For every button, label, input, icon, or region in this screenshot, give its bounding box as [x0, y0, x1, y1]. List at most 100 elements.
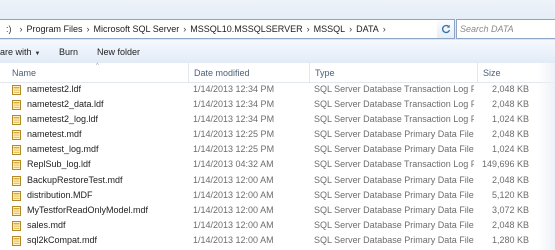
file-row[interactable]: distribution.MDF 1/14/2013 12:00 AM SQL … — [0, 188, 555, 203]
file-date-modified: 1/14/2013 12:34 PM — [193, 84, 275, 94]
file-size: 2,048 KB — [491, 129, 529, 140]
file-name: distribution.MDF — [27, 189, 93, 200]
file-date-modified: 1/14/2013 12:34 PM — [193, 99, 275, 110]
file-row[interactable]: sql2kCompat.mdf 1/14/2013 12:00 AM SQL S… — [0, 233, 555, 248]
file-type: SQL Server Database Transaction Log File — [314, 159, 474, 170]
file-list: nametest2.ldf 1/14/2013 12:34 PM SQL Ser… — [0, 82, 555, 248]
file-type: SQL Server Database Primary Data File — [314, 144, 474, 155]
new-folder-button[interactable]: New folder — [97, 47, 140, 57]
breadcrumb-separator[interactable]: › — [87, 24, 90, 34]
file-size: 1,024 KB — [491, 114, 529, 125]
file-type: SQL Server Database Primary Data File — [314, 129, 474, 140]
file-type: SQL Server Database Primary Data File — [314, 174, 474, 185]
file-name: MyTestforReadOnlyModel.mdf — [27, 204, 149, 215]
file-row[interactable]: nametest_log.mdf 1/14/2013 12:25 PM SQL … — [0, 142, 555, 157]
file-date-modified: 1/14/2013 12:00 AM — [193, 174, 274, 185]
file-row[interactable]: nametest.mdf 1/14/2013 12:25 PM SQL Serv… — [0, 127, 555, 142]
file-name: sql2kCompat.mdf — [27, 234, 98, 245]
file-date-modified: 1/14/2013 12:34 PM — [193, 114, 275, 125]
file-date-modified: 1/14/2013 12:25 PM — [193, 129, 275, 140]
file-size: 2,048 KB — [491, 84, 529, 94]
breadcrumb-item-mssql[interactable]: MSSQL — [314, 24, 346, 34]
file-name: nametest2.ldf — [27, 84, 82, 94]
breadcrumb-item-microsoft-sql-server[interactable]: Microsoft SQL Server — [94, 24, 180, 34]
file-size: 1,024 KB — [491, 144, 529, 155]
sql-database-file-icon — [12, 115, 21, 126]
breadcrumb-separator[interactable]: › — [383, 24, 386, 34]
file-type: SQL Server Database Primary Data File — [314, 189, 474, 200]
file-size: 2,048 KB — [491, 219, 529, 230]
file-size: 2,048 KB — [491, 174, 529, 185]
file-type: SQL Server Database Transaction Log File — [314, 99, 474, 110]
sql-database-file-icon — [12, 235, 21, 246]
file-name: ReplSub_log.ldf — [27, 159, 91, 170]
refresh-button[interactable] — [437, 19, 455, 39]
sql-database-file-icon — [12, 190, 21, 201]
file-date-modified: 1/14/2013 12:00 AM — [193, 234, 274, 245]
file-name: BackupRestoreTest.mdf — [27, 174, 123, 185]
breadcrumb-separator[interactable]: › — [307, 24, 310, 34]
file-type: SQL Server Database Primary Data File — [314, 204, 474, 215]
column-header-date-label: Date modified — [194, 67, 250, 78]
file-row[interactable]: nametest2.ldf 1/14/2013 12:34 PM SQL Ser… — [0, 82, 555, 97]
breadcrumb[interactable]: :) › Program Files › Microsoft SQL Serve… — [0, 19, 438, 39]
share-with-button[interactable]: are with ▼ — [0, 47, 40, 57]
sql-database-file-icon — [12, 175, 21, 186]
chevron-down-icon: ▼ — [34, 50, 41, 57]
file-row[interactable]: ReplSub_log.ldf 1/14/2013 04:32 AM SQL S… — [0, 157, 555, 172]
column-header-date-modified[interactable]: Date modified — [188, 63, 309, 82]
breadcrumb-item-program-files[interactable]: Program Files — [27, 24, 83, 34]
column-header-type-label: Type — [315, 67, 335, 78]
breadcrumb-overflow-chevron[interactable]: :) — [6, 24, 12, 34]
search-box[interactable] — [456, 19, 555, 39]
file-row[interactable]: sales.mdf 1/14/2013 12:00 AM SQL Server … — [0, 218, 555, 233]
file-size: 149,696 KB — [482, 159, 529, 170]
file-date-modified: 1/14/2013 12:00 AM — [193, 189, 274, 200]
command-bar: are with ▼ Burn New folder — [0, 40, 555, 64]
file-row[interactable]: nametest2_data.ldf 1/14/2013 12:34 PM SQ… — [0, 97, 555, 112]
breadcrumb-separator[interactable]: › — [349, 24, 352, 34]
share-with-label: are with — [0, 46, 32, 57]
file-name: nametest_log.mdf — [27, 144, 99, 155]
column-header-type[interactable]: Type — [309, 63, 477, 82]
file-row[interactable]: BackupRestoreTest.mdf 1/14/2013 12:00 AM… — [0, 173, 555, 188]
column-header-size-label: Size — [483, 67, 501, 78]
breadcrumb-item-data[interactable]: DATA — [356, 24, 379, 34]
file-date-modified: 1/14/2013 04:32 AM — [193, 159, 274, 170]
refresh-icon — [441, 24, 450, 34]
file-date-modified: 1/14/2013 12:00 AM — [193, 219, 274, 230]
sort-ascending-icon: ^ — [96, 63, 99, 69]
sql-database-file-icon — [12, 220, 21, 231]
sql-database-file-icon — [12, 85, 21, 95]
file-date-modified: 1/14/2013 12:00 AM — [193, 204, 274, 215]
burn-button[interactable]: Burn — [59, 47, 78, 57]
scroll-edge-shade — [538, 63, 555, 250]
file-name: nametest.mdf — [27, 129, 82, 140]
file-size: 5,120 KB — [491, 189, 529, 200]
address-bar-area: :) › Program Files › Microsoft SQL Serve… — [0, 0, 555, 41]
breadcrumb-separator[interactable]: › — [183, 24, 186, 34]
column-header-row: Name ^ Date modified Type Size — [0, 63, 555, 83]
file-date-modified: 1/14/2013 12:25 PM — [193, 144, 275, 155]
file-type: SQL Server Database Transaction Log File — [314, 84, 474, 94]
file-size: 3,072 KB — [491, 204, 529, 215]
file-row[interactable]: MyTestforReadOnlyModel.mdf 1/14/2013 12:… — [0, 203, 555, 218]
file-type: SQL Server Database Transaction Log File — [314, 114, 474, 125]
search-input[interactable] — [460, 24, 540, 34]
column-header-name-label: Name — [12, 67, 37, 78]
file-type: SQL Server Database Primary Data File — [314, 219, 474, 230]
file-name: nametest2_data.ldf — [27, 99, 104, 110]
file-name: nametest2_log.ldf — [27, 114, 99, 125]
file-size: 1,280 KB — [491, 234, 529, 245]
file-size: 2,048 KB — [491, 99, 529, 110]
file-type: SQL Server Database Primary Data File — [314, 234, 474, 245]
file-name: sales.mdf — [27, 219, 66, 230]
breadcrumb-item-mssql10-mssqlserver[interactable]: MSSQL10.MSSQLSERVER — [190, 24, 302, 34]
sql-database-file-icon — [12, 160, 21, 171]
breadcrumb-separator[interactable]: › — [20, 24, 23, 34]
sql-database-file-icon — [12, 100, 21, 111]
sql-database-file-icon — [12, 130, 21, 141]
sql-database-file-icon — [12, 205, 21, 216]
sql-database-file-icon — [12, 145, 21, 156]
file-row[interactable]: nametest2_log.ldf 1/14/2013 12:34 PM SQL… — [0, 112, 555, 127]
